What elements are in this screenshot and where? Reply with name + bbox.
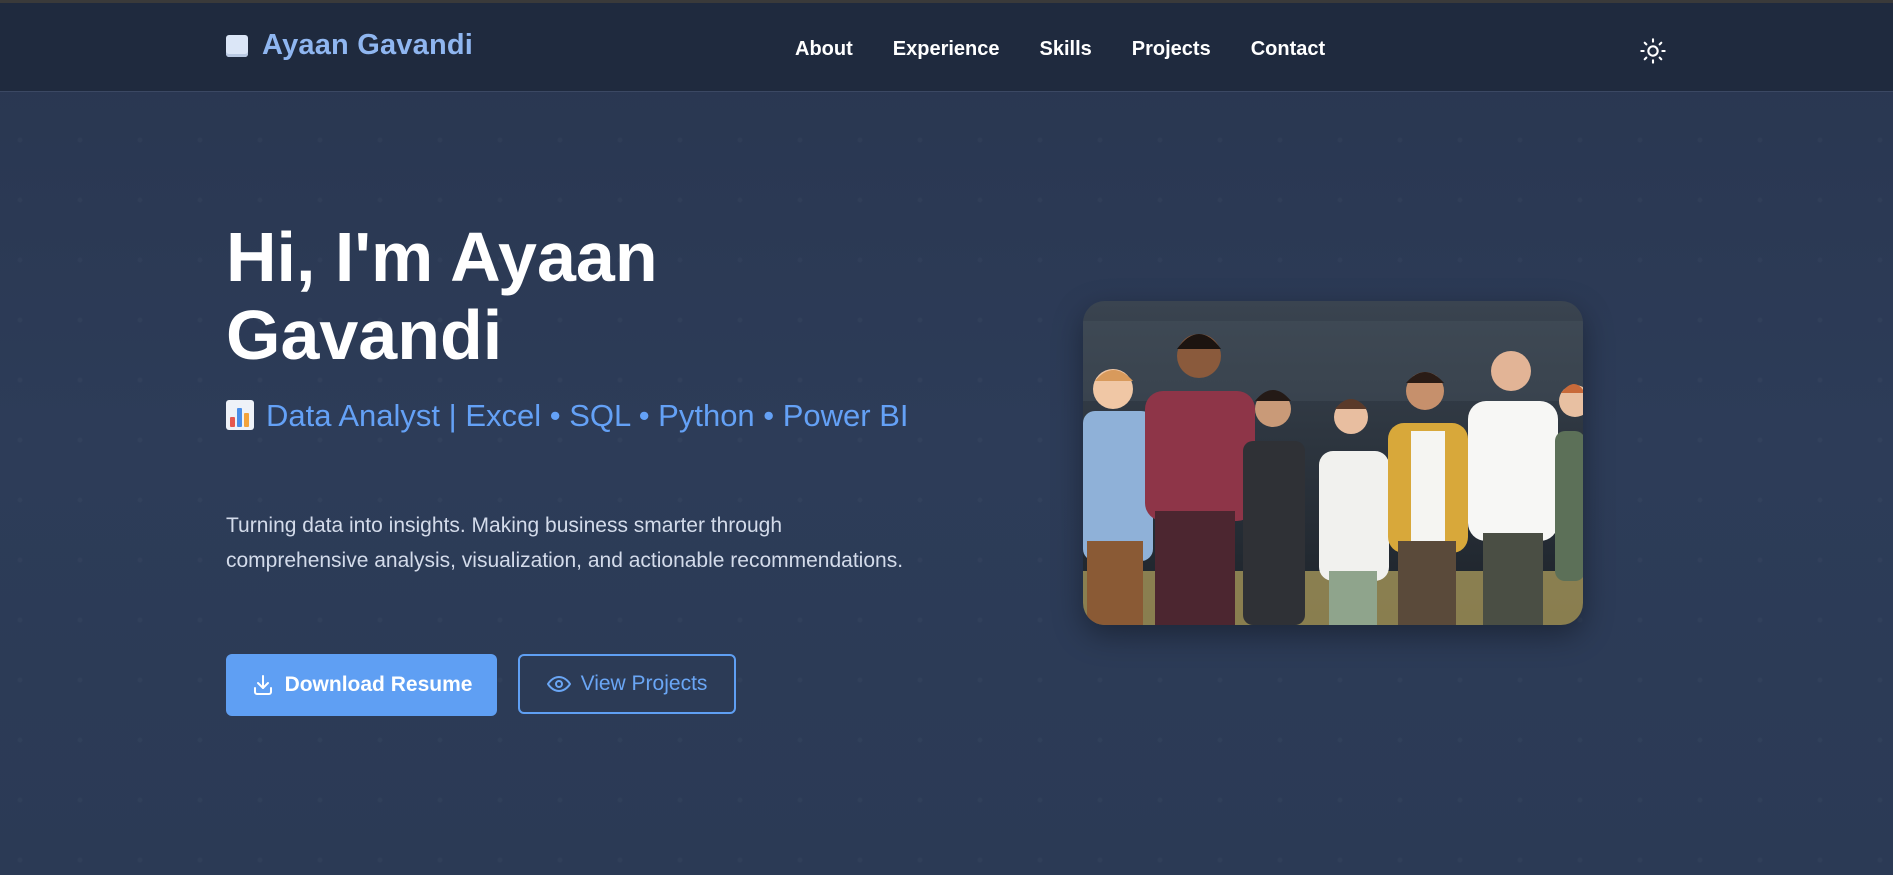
nav-link-projects[interactable]: Projects [1132, 38, 1211, 61]
hero-title: Hi, I'm Ayaan Gavandi [226, 218, 658, 374]
nav-link-about[interactable]: About [795, 38, 853, 61]
sun-icon [1640, 38, 1666, 64]
hero-subtitle-text: Data Analyst | Excel • SQL • Python • Po… [266, 398, 909, 433]
nav-link-contact[interactable]: Contact [1251, 38, 1325, 61]
view-projects-label: View Projects [580, 672, 708, 695]
logo[interactable]: Ayaan Gavandi [226, 29, 473, 62]
logo-square-icon [226, 34, 248, 57]
nav-menu: About Experience Skills Projects Contact [795, 38, 1365, 61]
theme-toggle-button[interactable] [1639, 37, 1667, 65]
navbar: Ayaan Gavandi About Experience Skills Pr… [0, 3, 1893, 92]
hero-subtitle: Data Analyst | Excel • SQL • Python • Po… [226, 392, 946, 440]
bar-chart-emoji-icon [226, 400, 254, 430]
view-projects-button[interactable]: View Projects [518, 654, 736, 714]
nav-link-skills[interactable]: Skills [1040, 38, 1092, 61]
team-group-photo [1083, 301, 1583, 625]
team-photo-illustration [1083, 301, 1583, 625]
download-icon [251, 673, 275, 697]
download-resume-button[interactable]: Download Resume [226, 654, 497, 716]
download-resume-label: Download Resume [284, 673, 473, 696]
hero-description: Turning data into insights. Making busin… [226, 514, 904, 572]
nav-link-experience[interactable]: Experience [893, 38, 1000, 61]
logo-text: Ayaan Gavandi [262, 29, 474, 61]
eye-icon [546, 672, 571, 696]
